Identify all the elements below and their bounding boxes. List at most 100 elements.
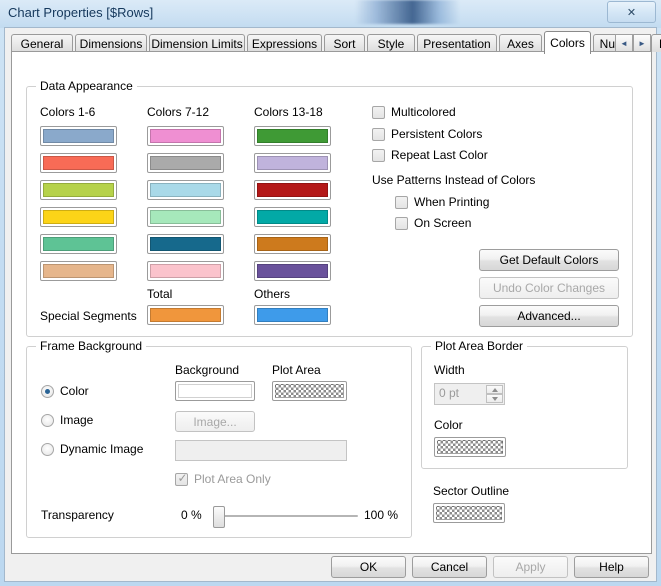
border-width-label: Width — [434, 363, 465, 377]
checkbox-on-screen-label: On Screen — [414, 216, 472, 230]
apply-button: Apply — [493, 556, 568, 578]
tab-colors[interactable]: Colors — [544, 31, 591, 54]
tab-general[interactable]: General — [11, 34, 73, 52]
color-swatch-3-fill — [43, 183, 114, 197]
frame-background-group: Frame Background Background Plot Area Co… — [26, 339, 412, 538]
checkbox-repeat-last-color[interactable] — [372, 149, 385, 162]
tab-style[interactable]: Style — [367, 34, 415, 52]
background-label: Background — [175, 363, 240, 377]
color-swatch-4[interactable] — [40, 207, 117, 227]
plot-area-border-group: Plot Area Border Width 0 pt Color — [421, 339, 628, 469]
tab-strip: General Dimensions Dimension Limits Expr… — [11, 31, 661, 54]
color-swatch-18[interactable] — [254, 261, 331, 281]
color-swatch-3[interactable] — [40, 180, 117, 200]
special-segments-label: Special Segments — [40, 309, 137, 323]
color-swatch-2[interactable] — [40, 153, 117, 173]
checkbox-plot-area-only[interactable] — [175, 471, 189, 486]
sector-outline-swatch-fill — [436, 506, 502, 520]
color-swatch-1[interactable] — [40, 126, 117, 146]
colors-1-6-label: Colors 1-6 — [40, 105, 96, 119]
checkbox-when-printing-label: When Printing — [414, 195, 490, 209]
transparency-slider-thumb[interactable] — [213, 506, 225, 528]
color-swatch-14[interactable] — [254, 153, 331, 173]
dynamic-image-input[interactable] — [175, 440, 347, 461]
radio-image-label: Image — [60, 413, 94, 427]
color-swatch-7[interactable] — [147, 126, 224, 146]
color-swatch-11-fill — [150, 237, 221, 251]
sector-outline-swatch[interactable] — [433, 503, 505, 523]
plot-area-label: Plot Area — [272, 363, 321, 377]
color-swatch-5[interactable] — [40, 234, 117, 254]
tab-axes[interactable]: Axes — [499, 34, 542, 52]
plot-area-border-legend: Plot Area Border — [431, 339, 528, 353]
color-swatch-10[interactable] — [147, 207, 224, 227]
border-width-value: 0 pt — [439, 386, 460, 400]
radio-image[interactable] — [41, 414, 54, 427]
color-swatch-15-fill — [257, 183, 328, 197]
border-width-input[interactable]: 0 pt — [434, 383, 505, 405]
color-swatch-12-fill — [150, 264, 221, 278]
spinner-up-icon[interactable] — [486, 385, 503, 394]
others-color-swatch-fill — [257, 308, 328, 322]
color-swatch-6[interactable] — [40, 261, 117, 281]
tab-expressions[interactable]: Expressions — [247, 34, 322, 52]
color-swatch-6-fill — [43, 264, 114, 278]
color-swatch-14-fill — [257, 156, 328, 170]
transparency-label: Transparency — [41, 508, 114, 522]
color-swatch-15[interactable] — [254, 180, 331, 200]
tab-sort[interactable]: Sort — [324, 34, 365, 52]
radio-dynamic-image[interactable] — [41, 443, 54, 456]
checkbox-persistent-colors[interactable] — [372, 128, 385, 141]
color-swatch-4-fill — [43, 210, 114, 224]
tab-dimensions[interactable]: Dimensions — [75, 34, 147, 52]
sector-outline-label: Sector Outline — [433, 484, 510, 498]
plot-area-color-swatch-fill — [275, 384, 344, 398]
checkbox-plot-area-only-label: Plot Area Only — [194, 472, 271, 486]
transparency-max-label: 100 % — [364, 508, 399, 522]
color-swatch-17[interactable] — [254, 234, 331, 254]
color-swatch-8[interactable] — [147, 153, 224, 173]
color-swatch-16-fill — [257, 210, 328, 224]
radio-dynamic-image-label: Dynamic Image — [60, 442, 144, 456]
cancel-button[interactable]: Cancel — [412, 556, 487, 578]
tab-dimension-limits[interactable]: Dimension Limits — [149, 34, 245, 52]
close-icon[interactable]: ✕ — [607, 1, 656, 23]
checkbox-multicolored[interactable] — [372, 106, 385, 119]
advanced-button[interactable]: Advanced... — [479, 305, 619, 327]
plot-area-color-swatch[interactable] — [272, 381, 347, 401]
color-swatch-2-fill — [43, 156, 114, 170]
color-swatch-13[interactable] — [254, 126, 331, 146]
help-button[interactable]: Help — [574, 556, 649, 578]
checkbox-when-printing[interactable] — [395, 196, 408, 209]
color-swatch-11[interactable] — [147, 234, 224, 254]
checkbox-persistent-colors-label: Persistent Colors — [391, 127, 483, 141]
border-color-swatch[interactable] — [434, 437, 506, 457]
background-color-swatch[interactable] — [175, 381, 255, 401]
color-swatch-13-fill — [257, 129, 328, 143]
color-swatch-16[interactable] — [254, 207, 331, 227]
spinner-down-icon[interactable] — [486, 394, 503, 403]
chart-properties-window: Chart Properties [$Rows] ✕ General Dimen… — [0, 0, 661, 586]
use-patterns-label: Use Patterns Instead of Colors — [372, 173, 536, 187]
undo-color-changes-button: Undo Color Changes — [479, 277, 619, 299]
ok-button[interactable]: OK — [331, 556, 406, 578]
tab-presentation[interactable]: Presentation — [417, 34, 497, 52]
color-swatch-1-fill — [43, 129, 114, 143]
total-color-swatch[interactable] — [147, 305, 224, 325]
transparency-slider-track[interactable] — [217, 515, 358, 517]
tab-font[interactable]: Font — [651, 34, 661, 52]
color-swatch-9[interactable] — [147, 180, 224, 200]
radio-color[interactable] — [41, 385, 54, 398]
border-width-spinner[interactable] — [486, 385, 503, 403]
checkbox-on-screen[interactable] — [395, 217, 408, 230]
others-color-swatch[interactable] — [254, 305, 331, 325]
window-titlebar: Chart Properties [$Rows] ✕ — [0, 0, 661, 28]
total-color-swatch-fill — [150, 308, 221, 322]
radio-color-label: Color — [60, 384, 89, 398]
color-swatch-10-fill — [150, 210, 221, 224]
image-button: Image... — [175, 411, 255, 432]
get-default-colors-button[interactable]: Get Default Colors — [479, 249, 619, 271]
checkbox-repeat-last-color-label: Repeat Last Color — [391, 148, 488, 162]
color-swatch-12[interactable] — [147, 261, 224, 281]
others-label: Others — [254, 287, 291, 301]
